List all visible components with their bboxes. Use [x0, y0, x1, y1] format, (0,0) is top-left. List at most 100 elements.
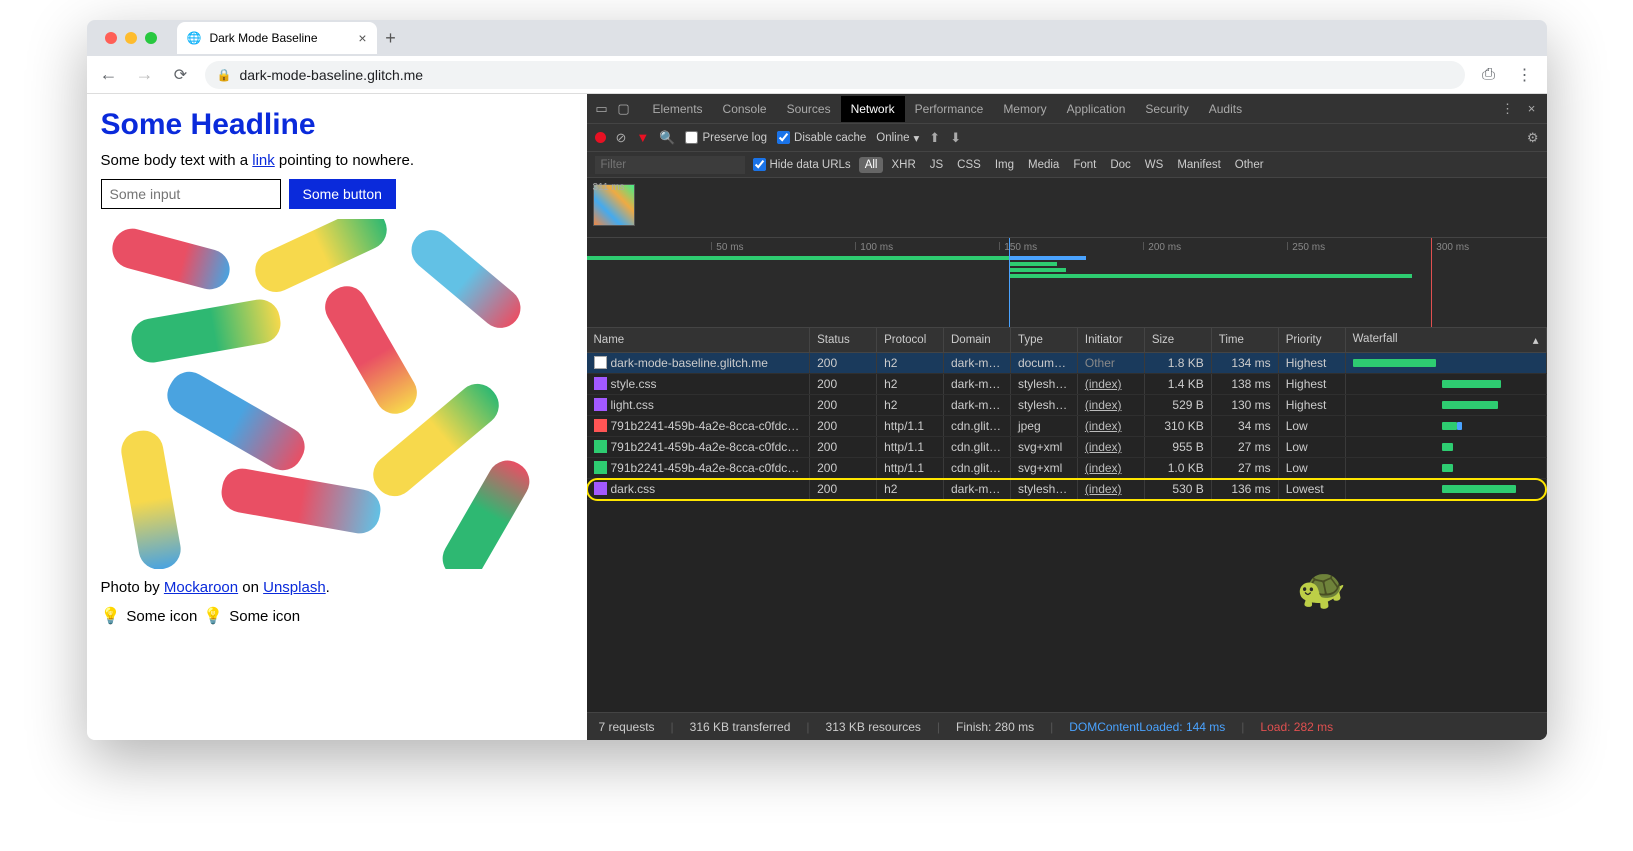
network-table: NameStatusProtocolDomainTypeInitiatorSiz…	[587, 328, 1547, 712]
reload-button[interactable]: ⟳	[169, 65, 193, 85]
content-area: Some Headline Some body text with a link…	[87, 94, 1547, 740]
record-button[interactable]	[595, 132, 606, 143]
devtools-tab-network[interactable]: Network	[841, 96, 905, 122]
extensions-icon[interactable]: ⎙	[1477, 66, 1501, 84]
network-row[interactable]: light.css200h2dark-mo…stylesheet(index)5…	[587, 395, 1547, 416]
network-row[interactable]: 791b2241-459b-4a2e-8cca-c0fdc2…200http/1…	[587, 437, 1547, 458]
settings-icon[interactable]: ⚙	[1527, 130, 1539, 146]
filter-bar: Hide data URLs AllXHRJSCSSImgMediaFontDo…	[587, 152, 1547, 178]
file-type-icon	[594, 398, 607, 411]
preserve-log-checkbox[interactable]: Preserve log	[685, 131, 767, 144]
hero-image	[101, 219, 567, 569]
back-button[interactable]: ←	[97, 64, 121, 85]
throttle-select[interactable]: Online ▾	[876, 131, 919, 145]
site-link[interactable]: Unsplash	[263, 579, 326, 596]
initiator-link[interactable]: (index)	[1085, 440, 1122, 454]
devtools-tab-elements[interactable]: Elements	[643, 96, 713, 122]
tab-close-icon[interactable]: ×	[358, 30, 366, 46]
device-mode-icon[interactable]: ▢	[615, 100, 633, 118]
url-text: dark-mode-baseline.glitch.me	[239, 67, 423, 83]
initiator-link[interactable]: (index)	[1085, 398, 1122, 412]
column-header-status[interactable]: Status	[810, 328, 877, 353]
window-zoom-icon[interactable]	[145, 32, 157, 44]
devtools-close-icon[interactable]: ×	[1523, 100, 1541, 118]
column-header-size[interactable]: Size	[1144, 328, 1211, 353]
forward-button[interactable]: →	[133, 64, 157, 85]
filter-chip-xhr[interactable]: XHR	[885, 157, 921, 173]
column-header-name[interactable]: Name	[587, 328, 810, 353]
address-bar[interactable]: 🔒 dark-mode-baseline.glitch.me	[205, 61, 1465, 89]
chevron-down-icon: ▾	[914, 131, 920, 145]
traffic-lights	[95, 32, 167, 44]
menu-icon[interactable]: ⋮	[1513, 65, 1537, 85]
filter-chip-all[interactable]: All	[859, 157, 884, 173]
window-minimize-icon[interactable]	[125, 32, 137, 44]
initiator-link[interactable]: (index)	[1085, 377, 1122, 391]
inspect-element-icon[interactable]: ▭	[593, 100, 611, 118]
hide-data-urls-checkbox[interactable]: Hide data URLs	[753, 158, 851, 171]
filter-chip-other[interactable]: Other	[1229, 157, 1270, 173]
filter-chip-font[interactable]: Font	[1067, 157, 1102, 173]
window-close-icon[interactable]	[105, 32, 117, 44]
devtools-tab-memory[interactable]: Memory	[993, 96, 1056, 122]
timeline-strip[interactable]: 311 ms	[587, 178, 1547, 238]
ruler-tick: 250 ms	[1287, 242, 1325, 250]
column-header-time[interactable]: Time	[1211, 328, 1278, 353]
devtools-tab-sources[interactable]: Sources	[777, 96, 841, 122]
waterfall-ruler[interactable]: 50 ms100 ms150 ms200 ms250 ms300 ms	[587, 238, 1547, 328]
browser-window: 🌐 Dark Mode Baseline × + ← → ⟳ 🔒 dark-mo…	[87, 20, 1547, 740]
disable-cache-checkbox[interactable]: Disable cache	[777, 131, 866, 144]
initiator-link[interactable]: (index)	[1085, 419, 1122, 433]
lock-icon: 🔒	[217, 68, 232, 82]
column-header-waterfall[interactable]: Waterfall ▴	[1345, 328, 1546, 353]
column-header-domain[interactable]: Domain	[944, 328, 1011, 353]
network-row[interactable]: style.css200h2dark-mo…stylesheet(index)1…	[587, 374, 1547, 395]
download-icon[interactable]: ⬇	[950, 130, 961, 146]
bulb-icon: 💡	[203, 606, 223, 626]
network-toolbar: ⊘ ▼ 🔍 Preserve log Disable cache Online …	[587, 124, 1547, 152]
devtools-tab-console[interactable]: Console	[713, 96, 777, 122]
column-header-priority[interactable]: Priority	[1278, 328, 1345, 353]
devtools-tab-security[interactable]: Security	[1135, 96, 1198, 122]
icon-label: Some icon	[126, 608, 197, 625]
browser-toolbar: ← → ⟳ 🔒 dark-mode-baseline.glitch.me ⎙ ⋮	[87, 56, 1547, 94]
devtools-menu-icon[interactable]: ⋮	[1499, 100, 1517, 118]
devtools-tabs: ▭ ▢ ElementsConsoleSourcesNetworkPerform…	[587, 94, 1547, 124]
turtle-emoji: 🐢	[1297, 565, 1347, 612]
filter-chip-img[interactable]: Img	[989, 157, 1020, 173]
devtools-panel: ▭ ▢ ElementsConsoleSourcesNetworkPerform…	[587, 94, 1547, 740]
filter-chip-js[interactable]: JS	[924, 157, 949, 173]
new-tab-button[interactable]: +	[377, 28, 405, 49]
clear-icon[interactable]: ⊘	[616, 130, 627, 146]
column-header-type[interactable]: Type	[1010, 328, 1077, 353]
network-row[interactable]: 791b2241-459b-4a2e-8cca-c0fdc2…200http/1…	[587, 458, 1547, 479]
filter-chip-manifest[interactable]: Manifest	[1171, 157, 1226, 173]
network-row[interactable]: 791b2241-459b-4a2e-8cca-c0fdc2…200http/1…	[587, 416, 1547, 437]
network-row[interactable]: dark-mode-baseline.glitch.me200h2dark-mo…	[587, 353, 1547, 374]
status-resources: 313 KB resources	[826, 720, 921, 734]
column-header-initiator[interactable]: Initiator	[1077, 328, 1144, 353]
initiator-link[interactable]: (index)	[1085, 461, 1122, 475]
body-link[interactable]: link	[252, 152, 275, 169]
column-header-protocol[interactable]: Protocol	[877, 328, 944, 353]
filter-chip-doc[interactable]: Doc	[1104, 157, 1136, 173]
filter-chip-media[interactable]: Media	[1022, 157, 1065, 173]
browser-tab[interactable]: 🌐 Dark Mode Baseline ×	[177, 22, 377, 54]
network-row[interactable]: dark.css200h2dark-mo…stylesheet(index)53…	[587, 479, 1547, 500]
filter-chip-css[interactable]: CSS	[951, 157, 987, 173]
bulb-icon: 💡	[101, 606, 121, 626]
devtools-tab-application[interactable]: Application	[1057, 96, 1136, 122]
upload-icon[interactable]: ⬆	[929, 130, 940, 146]
status-bar: 7 requests| 316 KB transferred| 313 KB r…	[587, 712, 1547, 740]
search-icon[interactable]: 🔍	[659, 130, 675, 146]
filter-input[interactable]	[595, 156, 745, 174]
author-link[interactable]: Mockaroon	[164, 579, 238, 596]
some-button[interactable]: Some button	[289, 179, 396, 209]
text-input[interactable]	[101, 179, 281, 209]
filter-icon[interactable]: ▼	[636, 130, 649, 145]
devtools-tab-audits[interactable]: Audits	[1199, 96, 1252, 122]
image-caption: Photo by Mockaroon on Unsplash.	[101, 579, 573, 596]
filter-chip-ws[interactable]: WS	[1139, 157, 1170, 173]
devtools-tab-performance[interactable]: Performance	[905, 96, 994, 122]
initiator-link[interactable]: (index)	[1085, 482, 1122, 496]
